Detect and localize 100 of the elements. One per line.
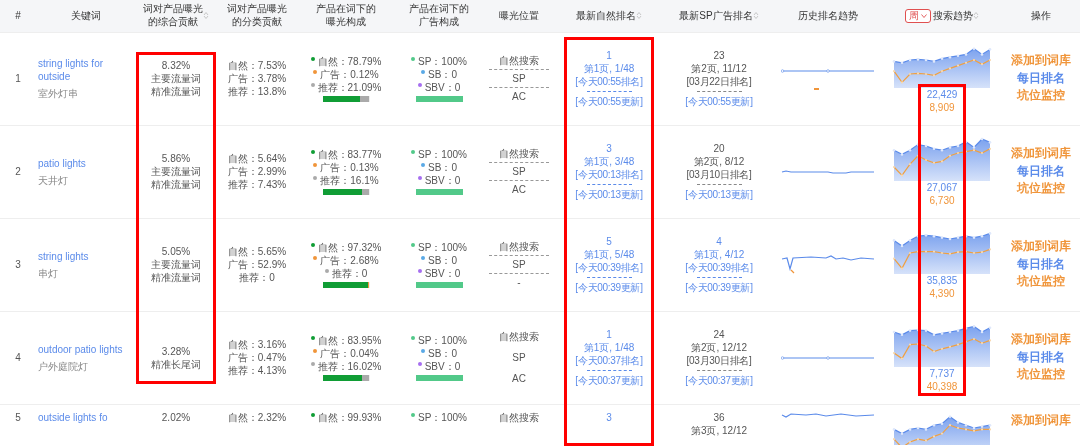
keyword-link[interactable]: patio lights: [38, 156, 134, 170]
action-link[interactable]: 坑位监控: [1004, 367, 1078, 383]
row-number: 1: [15, 73, 21, 84]
rank-page: 第1页, 5/48: [582, 248, 636, 261]
update-time: [今天00:39更新]: [684, 281, 754, 294]
ad-breakdown: SB：0: [428, 69, 457, 80]
category-contribution: 推荐：7.43%: [226, 178, 288, 191]
action-link[interactable]: 添加到词库: [1004, 53, 1078, 69]
action-link[interactable]: 坑位监控: [1004, 181, 1078, 197]
contribution-value: 8.32%: [160, 59, 192, 72]
action-link[interactable]: 坑位监控: [1004, 274, 1078, 290]
ad-breakdown: SP：100%: [418, 411, 467, 423]
ad-breakdown: SBV：0: [424, 268, 461, 279]
search-volume: 8,909: [928, 101, 956, 114]
keyword-tag: 主要流量词: [138, 258, 214, 271]
exposure-breakdown: 推荐：21.09%: [317, 82, 382, 93]
exposure-position: -: [516, 276, 522, 289]
action-link[interactable]: 每日排名: [1004, 163, 1078, 180]
search-volume: 7,737: [928, 367, 956, 380]
action-link[interactable]: 添加到词库: [1004, 239, 1078, 255]
update-time: [今天00:37更新]: [574, 374, 644, 387]
rank-number: 1: [605, 49, 613, 62]
contribution-value: 5.86%: [160, 152, 192, 165]
keyword-link[interactable]: string lights for outside: [38, 57, 134, 83]
exposure-breakdown: 自然：99.93%: [317, 411, 382, 423]
rank-number: 36: [712, 410, 726, 424]
rank-page: 第3页, 12/12: [689, 423, 749, 437]
keyword-tag: 主要流量词: [138, 165, 214, 178]
column-header: 搜索趋势: [933, 9, 973, 22]
caret-icon: [921, 13, 927, 18]
exposure-breakdown: 自然：78.79%: [317, 56, 382, 67]
sort-icon[interactable]: [752, 11, 759, 21]
rank-page: 第2页, 8/12: [692, 155, 746, 168]
rank-page: 第1页, 3/48: [582, 155, 636, 168]
rank-page: 第1页, 4/12: [692, 248, 746, 261]
update-time: [今天00:37更新]: [684, 374, 754, 387]
action-link[interactable]: 每日排名: [1004, 256, 1078, 273]
exposure-breakdown: 推荐：16.1%: [320, 175, 379, 186]
ad-breakdown: SBV：0: [424, 175, 461, 186]
rank-number: 3: [605, 142, 613, 155]
rank-time: [03月30日排名]: [685, 354, 753, 367]
column-header: 产品在词下的: [316, 3, 376, 16]
action-link[interactable]: 每日排名: [1004, 349, 1078, 366]
keyword-tag: 精准长尾词: [138, 357, 214, 371]
category-contribution: 自然：5.65%: [226, 245, 288, 258]
keyword-link[interactable]: outside lights fo: [38, 410, 134, 424]
search-volume: 22,429: [925, 88, 959, 101]
exposure-position: 自然搜索: [498, 147, 540, 160]
rank-number: 24: [712, 328, 726, 341]
category-contribution: 广告：0.47%: [226, 351, 288, 364]
column-header: 词对产品曝光: [143, 3, 203, 16]
exposure-position: SP: [511, 165, 527, 178]
rank-page: 第1页, 1/48: [582, 62, 636, 75]
column-header: 曝光位置: [499, 9, 539, 23]
exposure-position: AC: [511, 372, 527, 385]
category-contribution: 推荐：4.13%: [226, 364, 288, 377]
exposure-breakdown: 广告：0.13%: [320, 162, 379, 173]
action-link[interactable]: 添加到词库: [1004, 412, 1078, 429]
period-dropdown[interactable]: 周: [905, 8, 931, 23]
sort-icon[interactable]: [636, 11, 642, 21]
exposure-breakdown: 自然：97.32%: [317, 242, 382, 253]
action-link[interactable]: 坑位监控: [1004, 88, 1078, 104]
column-header: 最新SP广告排名: [679, 9, 753, 23]
keyword-translation: 天井灯: [38, 173, 68, 187]
action-link[interactable]: 添加到词库: [1004, 332, 1078, 348]
keyword-tag: 精准流量词: [138, 178, 214, 191]
action-link[interactable]: 每日排名: [1004, 70, 1078, 87]
column-header: 的综合贡献: [147, 15, 199, 29]
category-contribution: 自然：5.64%: [226, 152, 288, 165]
exposure-breakdown: 推荐：16.02%: [317, 361, 382, 372]
sort-icon[interactable]: [973, 11, 979, 21]
sort-icon[interactable]: [203, 11, 209, 21]
exposure-position: AC: [511, 183, 527, 196]
keyword-translation: 户外庭院灯: [38, 359, 88, 373]
row-number: 2: [15, 166, 21, 177]
rank-time: [今天00:39排名]: [684, 261, 754, 274]
action-link[interactable]: 添加到词库: [1004, 146, 1078, 162]
exposure-position: 自然搜索: [498, 240, 540, 253]
contribution-value: 5.05%: [160, 245, 192, 258]
exposure-position: 自然搜索: [498, 330, 540, 343]
column-header: 的分类贡献: [231, 15, 283, 29]
keyword-tag: 精准流量词: [138, 271, 214, 284]
ad-breakdown: SBV：0: [424, 82, 461, 93]
column-header: 历史排名趋势: [798, 9, 858, 23]
row-number: 5: [15, 411, 21, 423]
exposure-breakdown: 广告：2.68%: [320, 255, 379, 266]
update-time: [今天00:55更新]: [684, 95, 754, 108]
keyword-link[interactable]: string lights: [38, 249, 134, 263]
ad-breakdown: SB：0: [428, 348, 457, 359]
column-header: 最新自然排名: [576, 9, 636, 23]
rank-time: [今天00:37排名]: [574, 354, 644, 367]
category-contribution: 广告：3.78%: [226, 72, 288, 85]
column-header: 关键词: [71, 9, 101, 23]
exposure-breakdown: 广告：0.04%: [320, 348, 379, 359]
category-contribution: 自然：3.16%: [226, 338, 288, 351]
contribution-value: 2.02%: [160, 410, 192, 424]
column-header: 操作: [1031, 9, 1051, 23]
category-contribution: 广告：2.99%: [226, 165, 288, 178]
keyword-link[interactable]: outdoor patio lights: [38, 342, 134, 356]
rank-number: 4: [715, 235, 723, 248]
